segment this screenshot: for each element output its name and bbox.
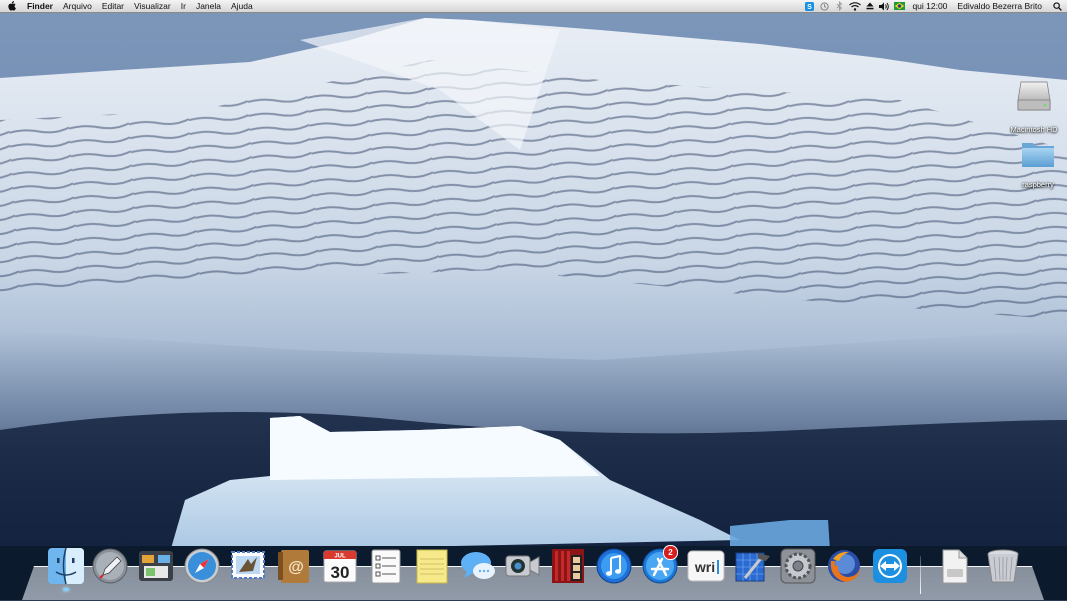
xcode-icon [735, 552, 770, 582]
dock-contacts[interactable]: @ [274, 544, 314, 588]
dock-writer[interactable]: wri [686, 544, 726, 588]
dock-facetime[interactable] [502, 544, 542, 588]
dock-downloads-stack[interactable] [934, 544, 974, 588]
eject-icon[interactable] [862, 0, 877, 12]
desktop-item-raspberry[interactable]: raspberry [1008, 139, 1067, 192]
dock-xcode[interactable] [732, 544, 772, 588]
contacts-icon: @ [278, 550, 309, 583]
menu-arquivo[interactable]: Arquivo [58, 0, 97, 12]
brazil-flag-icon[interactable] [892, 0, 907, 12]
document-stack-icon [942, 549, 968, 584]
dock-teamviewer[interactable] [870, 544, 910, 588]
system-preferences-icon [780, 548, 816, 584]
desktop-wallpaper [0, 0, 1067, 600]
bluetooth-icon[interactable] [832, 0, 847, 12]
dock-itunes[interactable] [594, 544, 634, 588]
dock-reminders[interactable] [366, 544, 406, 588]
writer-icon: wri [687, 550, 725, 582]
menu-bar: Finder Arquivo Editar Visualizar Ir Jane… [0, 0, 1067, 13]
wifi-icon[interactable] [847, 0, 862, 12]
volume-icon[interactable] [877, 0, 892, 12]
dock-system-preferences[interactable] [778, 544, 818, 588]
dock-mail[interactable] [228, 544, 268, 588]
menu-user-name[interactable]: Edivaldo Bezerra Brito [952, 0, 1047, 12]
svg-text:@: @ [288, 559, 304, 576]
trash-icon [987, 549, 1019, 583]
photo-booth-icon [552, 549, 584, 583]
menu-finder[interactable]: Finder [22, 0, 58, 12]
launchpad-icon [92, 548, 128, 584]
app-store-update-badge: 2 [663, 545, 678, 560]
menu-editar[interactable]: Editar [97, 0, 129, 12]
mail-icon [231, 551, 265, 579]
calendar-month: JUL [334, 554, 346, 560]
mission-control-icon [139, 551, 173, 581]
svg-text:S: S [808, 2, 813, 11]
dock-notes[interactable] [412, 544, 452, 588]
dock-safari[interactable] [182, 544, 222, 588]
running-indicator [63, 588, 69, 591]
finder-icon [48, 547, 84, 585]
dock-mission-control[interactable] [136, 544, 176, 588]
time-machine-icon[interactable] [817, 0, 832, 12]
dock-trash[interactable] [983, 544, 1023, 588]
calendar-icon: JUL 30 [323, 550, 357, 583]
menu-janela[interactable]: Janela [191, 0, 226, 12]
safari-icon [184, 548, 220, 584]
menu-visualizar[interactable]: Visualizar [129, 0, 176, 12]
dock: @ JUL 30 2 wri [0, 544, 1067, 591]
folder-icon [1022, 143, 1054, 167]
firefox-icon [828, 550, 860, 582]
hard-drive-icon [1017, 81, 1051, 111]
dock-finder[interactable] [46, 544, 86, 591]
reminders-icon [371, 549, 401, 584]
dock-firefox[interactable] [824, 544, 864, 588]
notes-icon [416, 549, 448, 584]
facetime-icon [505, 555, 540, 577]
messages-icon [461, 552, 495, 579]
desktop-item-label: Macintosh HD [1010, 125, 1058, 134]
itunes-icon [596, 548, 632, 584]
menu-ir[interactable]: Ir [176, 0, 191, 12]
apple-menu-icon[interactable] [0, 1, 22, 11]
teamviewer-icon [873, 549, 907, 583]
writer-icon-text: wri [694, 559, 715, 575]
desktop-item-macintosh-hd[interactable]: Macintosh HD [1004, 78, 1064, 137]
dock-photo-booth[interactable] [548, 544, 588, 588]
skype-icon[interactable]: S [802, 0, 817, 12]
menu-clock[interactable]: qui 12:00 [907, 0, 952, 12]
spotlight-icon[interactable] [1047, 0, 1067, 12]
dock-launchpad[interactable] [90, 544, 130, 588]
dock-messages[interactable] [458, 544, 498, 588]
calendar-day: 30 [331, 563, 350, 582]
menu-ajuda[interactable]: Ajuda [226, 0, 258, 12]
dock-calendar[interactable]: JUL 30 [320, 544, 360, 588]
desktop-item-label: raspberry [1022, 180, 1054, 189]
dock-app-store[interactable]: 2 [640, 544, 680, 588]
